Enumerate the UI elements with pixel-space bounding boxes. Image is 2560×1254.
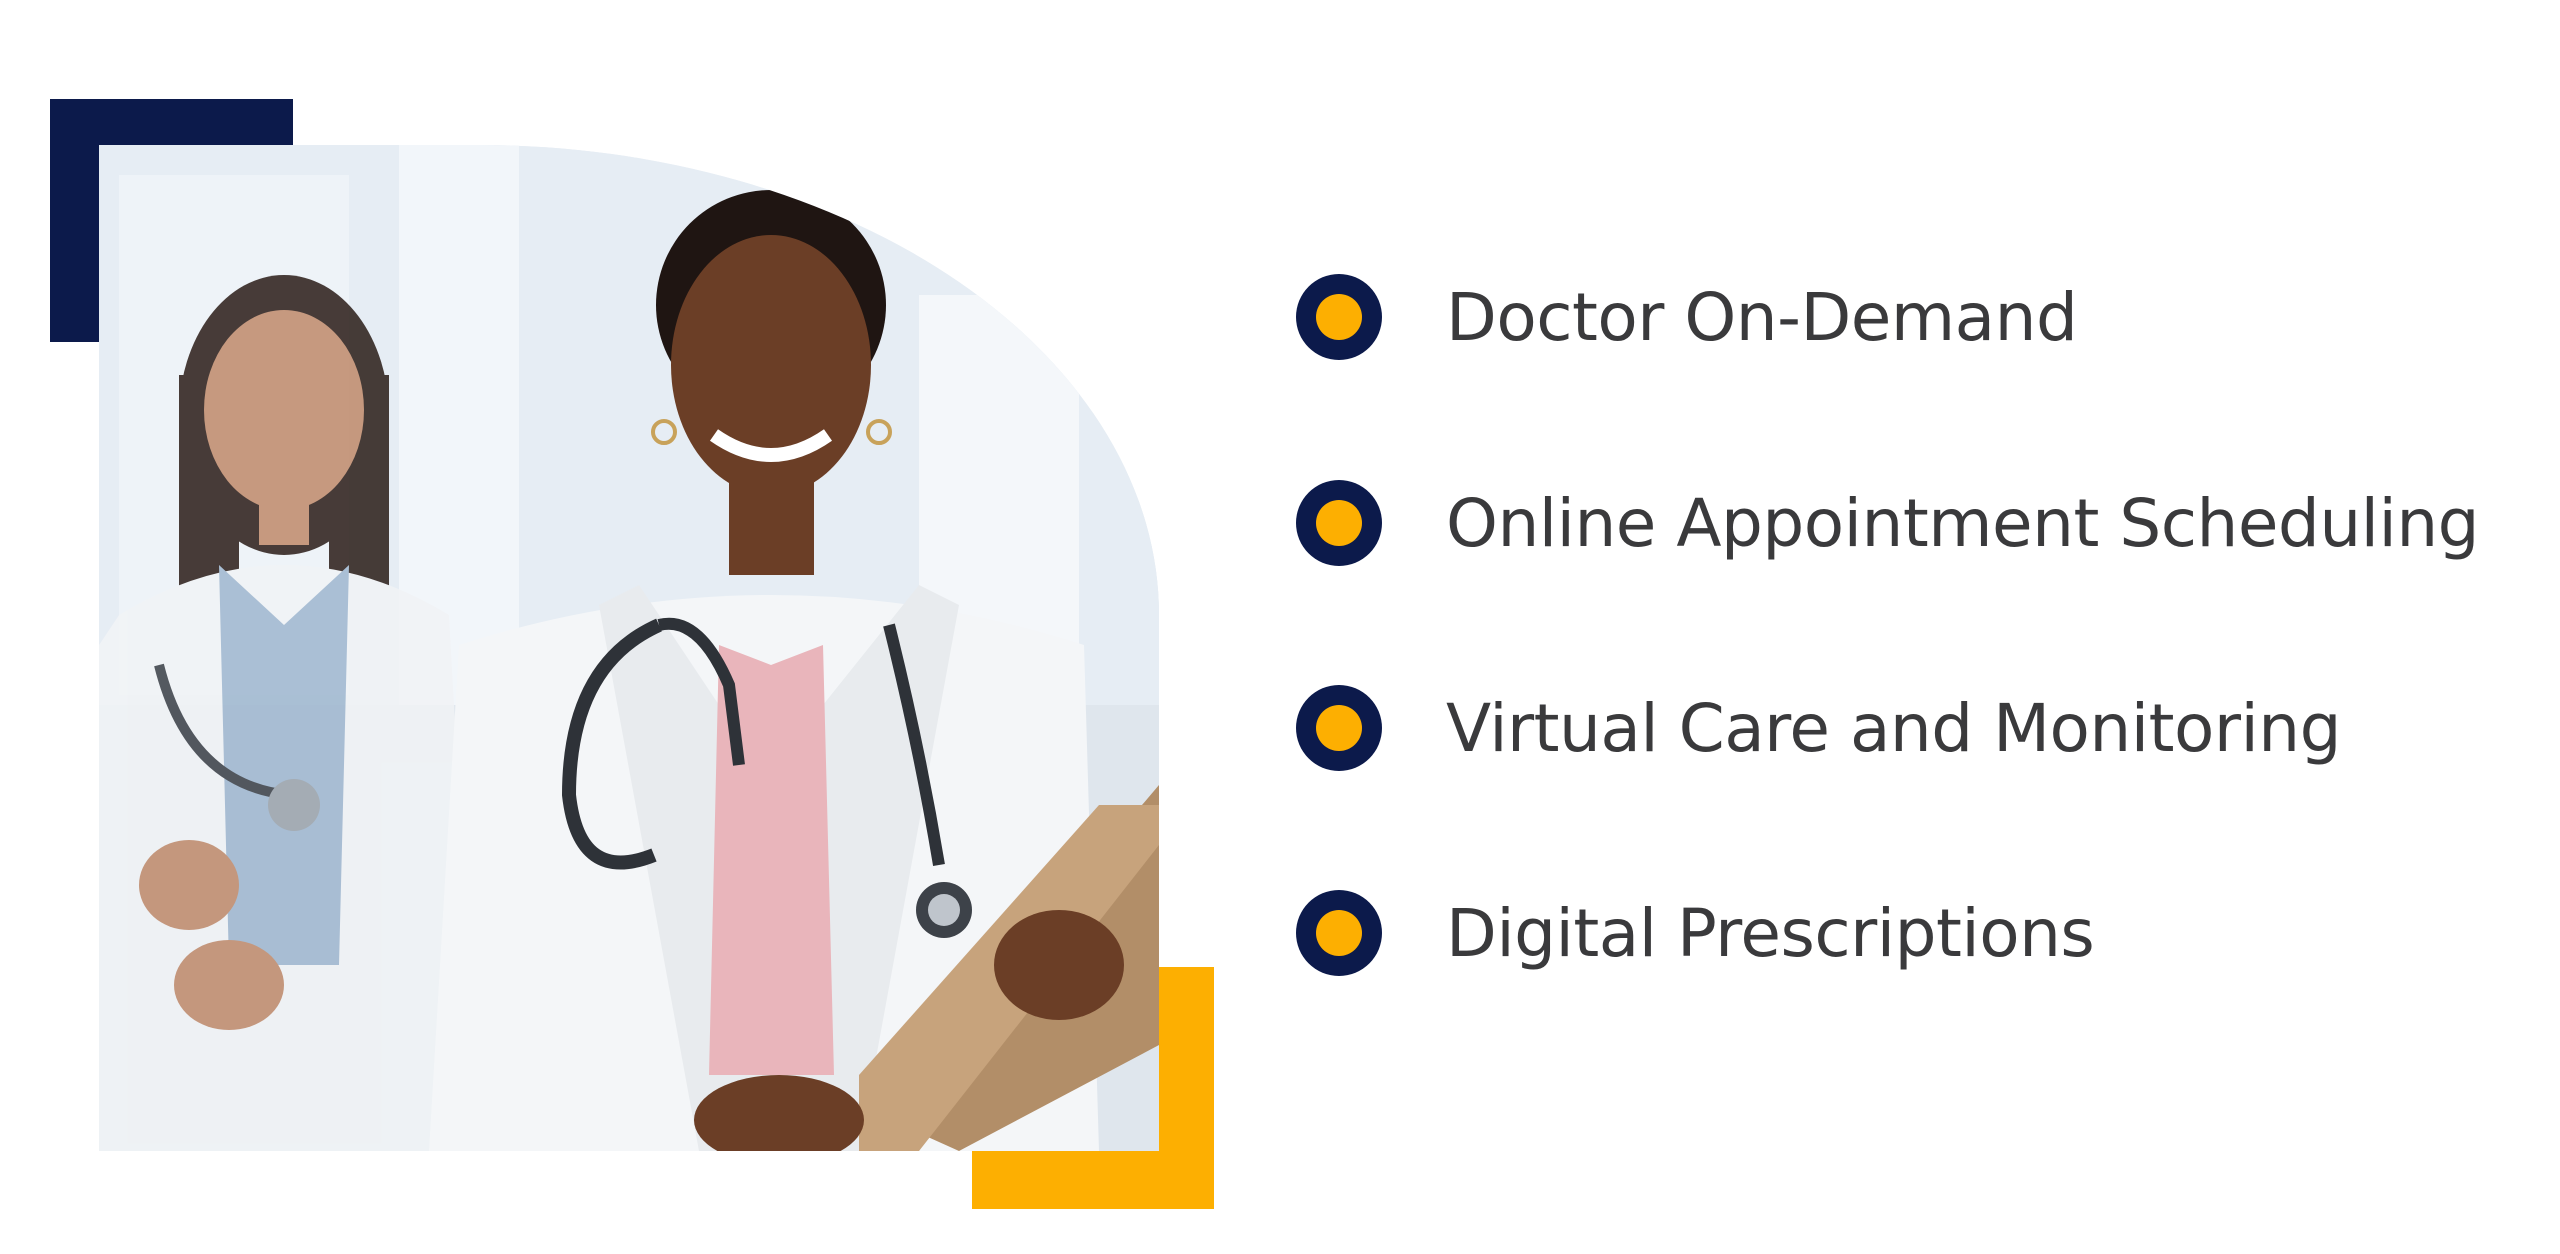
doctors-photo xyxy=(99,145,1159,1151)
feature-label: Doctor On-Demand xyxy=(1446,278,2078,356)
feature-label: Online Appointment Scheduling xyxy=(1446,484,2480,562)
slide: Doctor On-Demand Online Appointment Sche… xyxy=(0,0,2560,1254)
feature-item: Virtual Care and Monitoring xyxy=(1296,673,2342,783)
feature-label: Digital Prescriptions xyxy=(1446,894,2095,972)
bullet-icon xyxy=(1296,274,1382,360)
doctors-illustration xyxy=(99,145,1159,1151)
bullet-icon xyxy=(1296,685,1382,771)
feature-label: Virtual Care and Monitoring xyxy=(1446,689,2342,767)
feature-item: Digital Prescriptions xyxy=(1296,878,2095,988)
bullet-icon xyxy=(1296,480,1382,566)
feature-item: Online Appointment Scheduling xyxy=(1296,468,2480,578)
bullet-icon xyxy=(1296,890,1382,976)
feature-item: Doctor On-Demand xyxy=(1296,262,2078,372)
